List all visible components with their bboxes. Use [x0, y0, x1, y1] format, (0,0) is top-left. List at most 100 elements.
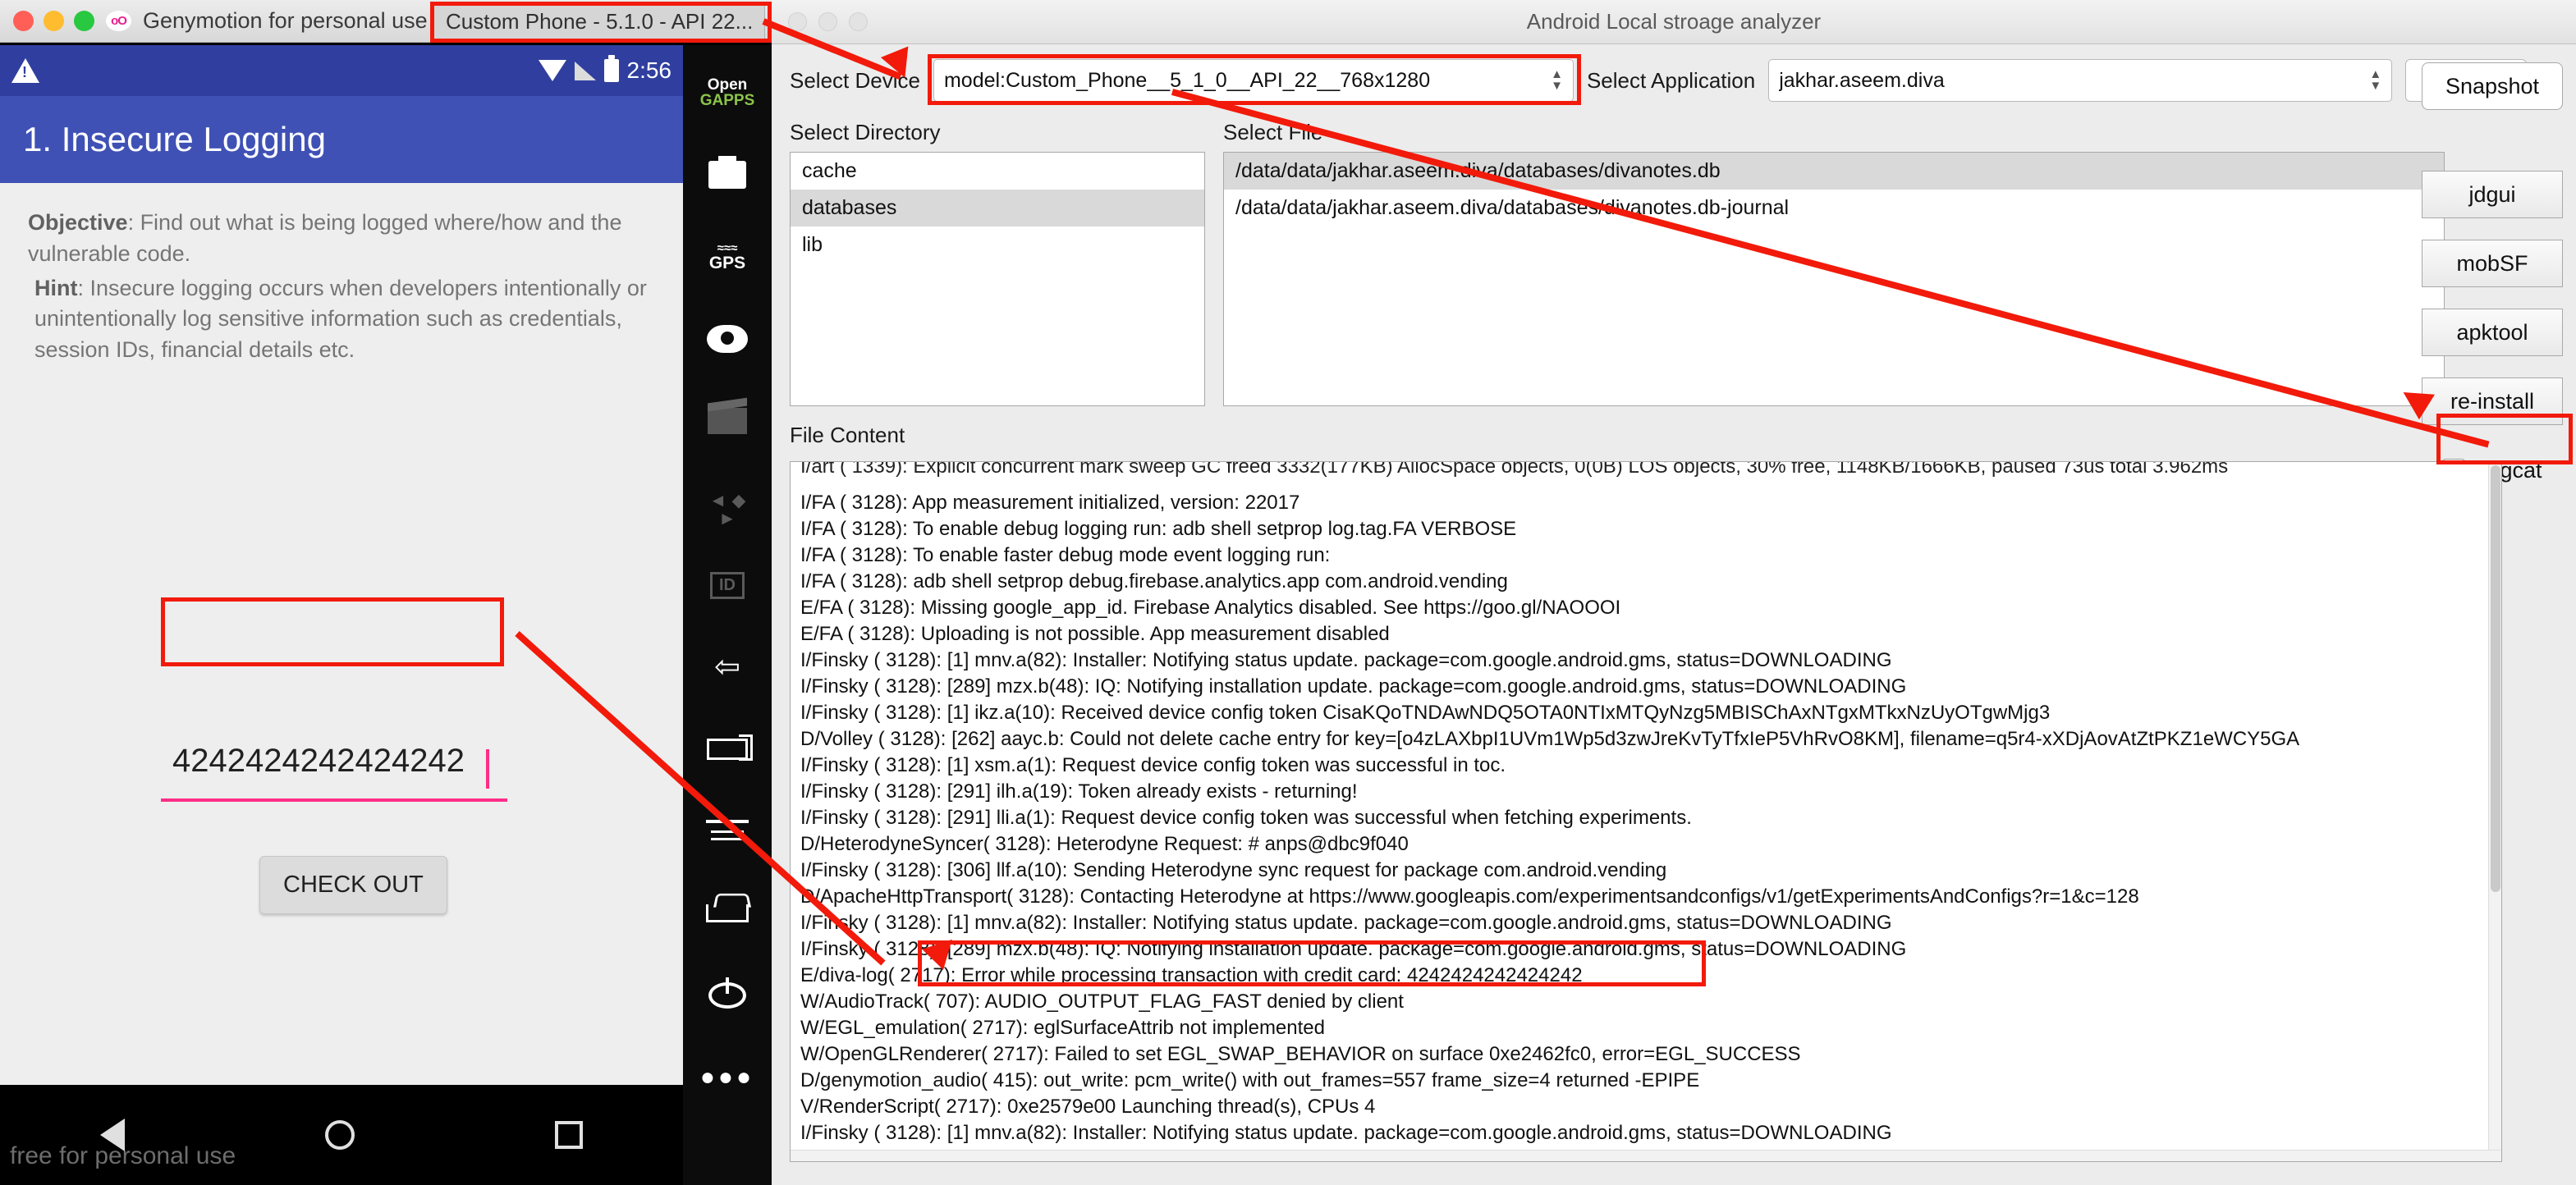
- minimize-icon[interactable]: [818, 12, 837, 31]
- mobsf-button[interactable]: mobSF: [2422, 240, 2563, 287]
- screenshot-root: oO Genymotion for personal use - Custom …: [0, 0, 2576, 1185]
- log-line: W/AudioTrack( 707): AUDIO_OUTPUT_FLAG_FA…: [791, 989, 2501, 1015]
- battery-icon: [604, 59, 619, 82]
- credit-card-input[interactable]: [161, 731, 507, 802]
- maximize-icon[interactable]: [74, 11, 94, 31]
- select-application-label: Select Application: [1587, 68, 1755, 94]
- close-icon[interactable]: [788, 12, 807, 31]
- log-line: D/ApacheHttpTransport( 3128): Contacting…: [791, 884, 2501, 910]
- screencast-icon[interactable]: [683, 380, 772, 462]
- directory-list[interactable]: cache databases lib: [790, 152, 1205, 406]
- power-icon[interactable]: [683, 954, 772, 1036]
- log-line: I/Finsky ( 3128): [306] llf.a(10): Sendi…: [791, 858, 2501, 884]
- menu-icon[interactable]: [683, 790, 772, 872]
- log-line: I/Finsky ( 3128): [1] mnv.a(82): Install…: [791, 647, 2501, 674]
- select-application-dropdown[interactable]: jakhar.aseem.diva ▲▼: [1768, 59, 2392, 102]
- status-bar-clock: 2:56: [627, 57, 672, 84]
- log-line: I/Finsky ( 3128): [291] lli.a(1): Reques…: [791, 805, 2501, 831]
- scrollbar-thumb[interactable]: [2491, 465, 2500, 892]
- text-caret: [486, 749, 489, 789]
- list-item[interactable]: /data/data/jakhar.aseem.diva/databases/d…: [1224, 153, 2444, 190]
- log-vertical-scrollbar[interactable]: [2488, 462, 2501, 1162]
- genymotion-watermark: free for personal use: [10, 1142, 236, 1170]
- wifi-icon: [539, 60, 566, 81]
- log-line: V/RenderScript( 2717): 0xe2579e00 Launch…: [791, 1094, 2501, 1120]
- log-line: E/diva-log( 2717): Error while processin…: [791, 963, 2501, 989]
- list-item[interactable]: cache: [791, 153, 1204, 190]
- open-gapps-icon[interactable]: Open GAPPS: [683, 52, 772, 134]
- id-label: ID: [710, 572, 745, 599]
- select-directory-label: Select Directory: [790, 120, 1223, 145]
- list-item[interactable]: lib: [791, 226, 1204, 263]
- analyzer-window: Android Local stroage analyzer Select De…: [772, 0, 2576, 1185]
- checkout-button[interactable]: CHECK OUT: [259, 856, 447, 914]
- gps-icon[interactable]: ≈≈≈GPS: [683, 216, 772, 298]
- genymotion-window-title: Genymotion for personal use -: [143, 8, 441, 34]
- battery-widget-icon[interactable]: [683, 134, 772, 216]
- objective-label: Objective: [28, 210, 128, 235]
- tools-column: Snapshot jdgui mobSF apktool re-install …: [2422, 62, 2563, 494]
- log-line: W/OpenGLRenderer( 2717): Failed to set E…: [791, 1041, 2501, 1068]
- android-screen: 2:56 1. Insecure Logging Objective: Find…: [0, 45, 683, 1185]
- select-device-label: Select Device: [790, 68, 920, 94]
- objective-paragraph: Objective: Find out what is being logged…: [28, 208, 655, 270]
- back-icon[interactable]: ⇦: [683, 626, 772, 708]
- genymotion-titlebar: oO Genymotion for personal use - Custom …: [0, 0, 772, 43]
- log-line: E/FA ( 3128): Uploading is not possible.…: [791, 621, 2501, 647]
- select-application-value: jakhar.aseem.diva: [1779, 69, 2363, 93]
- log-horizontal-scrollbar[interactable]: [791, 1150, 2502, 1161]
- log-line: I/art ( 1339): Explicit concurrent mark …: [791, 461, 2501, 480]
- page-title: 1. Insecure Logging: [23, 120, 326, 159]
- camera-icon[interactable]: [683, 298, 772, 380]
- log-line: I/Finsky ( 3128): [291] ilh.a(19): Token…: [791, 779, 2501, 805]
- analyzer-titlebar: Android Local stroage analyzer: [772, 0, 2576, 44]
- jdgui-button[interactable]: jdgui: [2422, 171, 2563, 218]
- dpad-icon[interactable]: ◄ ◆ ►: [683, 462, 772, 544]
- log-line: I/FA ( 3128): To enable faster debug mod…: [791, 542, 2501, 569]
- log-line: W/EGL_emulation( 2717): eglSurfaceAttrib…: [791, 1015, 2501, 1041]
- android-status-bar: 2:56: [0, 45, 683, 96]
- analyzer-window-controls[interactable]: [788, 12, 868, 31]
- log-line: I/Finsky ( 3128): [289] mzx.b(48): IQ: N…: [791, 936, 2501, 963]
- window-controls[interactable]: [13, 11, 94, 31]
- open-gapps-label-bottom: GAPPS: [700, 92, 755, 109]
- log-line: I/FA ( 3128): adb shell setprop debug.fi…: [791, 569, 2501, 595]
- warning-icon: [11, 58, 39, 83]
- file-list[interactable]: /data/data/jakhar.aseem.diva/databases/d…: [1223, 152, 2445, 406]
- close-icon[interactable]: [13, 11, 34, 31]
- hint-text: : Insecure logging occurs when developer…: [34, 276, 647, 363]
- more-icon[interactable]: ●●●: [683, 1036, 772, 1119]
- log-line: I/FA ( 3128): To enable debug logging ru…: [791, 516, 2501, 542]
- file-content-label: File Content: [790, 423, 2558, 448]
- chevron-updown-icon[interactable]: ▲▼: [2369, 70, 2381, 91]
- maximize-icon[interactable]: [849, 12, 868, 31]
- select-file-label: Select File: [1223, 120, 1322, 145]
- log-line: D/genymotion_audio( 415): out_write: pcm…: [791, 1068, 2501, 1094]
- chevron-updown-icon[interactable]: ▲▼: [1551, 70, 1563, 91]
- rotate-icon[interactable]: [683, 872, 772, 954]
- log-line: I/Finsky ( 3128): [1] ikz.a(10): Receive…: [791, 700, 2501, 726]
- device-tab[interactable]: Custom Phone - 5.1.0 - API 22...: [433, 3, 765, 39]
- lists-row: cache databases lib /data/data/jakhar.as…: [772, 152, 2576, 406]
- apktool-button[interactable]: apktool: [2422, 309, 2563, 356]
- log-line: I/Finsky ( 3128): [1] mnv.a(82): Install…: [791, 910, 2501, 936]
- snapshot-button-secondary[interactable]: Snapshot: [2422, 62, 2563, 110]
- select-device-dropdown[interactable]: model:Custom_Phone__5_1_0__API_22__768x1…: [933, 59, 1574, 102]
- multiwindow-icon[interactable]: [683, 708, 772, 790]
- log-output-panel[interactable]: I/art ( 1339): Explicit concurrent mark …: [790, 461, 2502, 1162]
- log-line: D/HeterodyneSyncer( 3128): Heterodyne Re…: [791, 831, 2501, 858]
- hint-paragraph: Hint: Insecure logging occurs when devel…: [28, 273, 655, 366]
- gps-label: GPS: [709, 254, 745, 272]
- log-lines-container: I/art ( 1339): Explicit concurrent mark …: [791, 462, 2501, 1162]
- reinstall-button[interactable]: re-install: [2422, 377, 2563, 425]
- credit-card-field-wrap: [161, 731, 507, 802]
- list-item[interactable]: /data/data/jakhar.aseem.diva/databases/d…: [1224, 190, 2444, 226]
- app-action-bar: 1. Insecure Logging: [0, 96, 683, 183]
- minimize-icon[interactable]: [44, 11, 64, 31]
- list-item[interactable]: databases: [791, 190, 1204, 226]
- nav-home-icon[interactable]: [325, 1120, 355, 1150]
- app-content: Objective: Find out what is being logged…: [0, 183, 683, 1085]
- analyzer-window-title: Android Local stroage analyzer: [1527, 9, 1821, 34]
- nav-recents-icon[interactable]: [555, 1121, 583, 1149]
- identifiers-icon[interactable]: ID: [683, 544, 772, 626]
